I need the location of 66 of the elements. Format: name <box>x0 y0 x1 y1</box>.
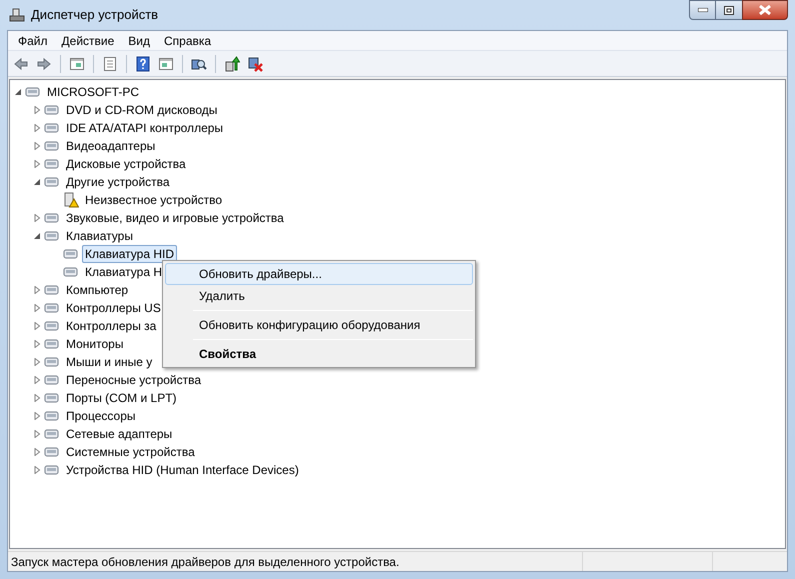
expand-arrow-icon[interactable] <box>33 466 41 474</box>
window-title: Диспетчер устройств <box>31 6 158 24</box>
menu-option[interactable]: Обновить конфигурацию оборудования <box>165 314 473 336</box>
expand-arrow-icon[interactable] <box>33 412 41 420</box>
tree-item[interactable]: Контроллеры US <box>63 299 164 317</box>
expand-arrow-icon[interactable] <box>33 394 41 402</box>
panel-icon <box>158 56 174 72</box>
expand-arrow-icon[interactable] <box>33 376 41 384</box>
tree-item[interactable]: MICROSOFT-PC <box>44 83 142 101</box>
tree-item[interactable]: Мыши и иные у <box>63 353 156 371</box>
tree-item[interactable]: Устройства HID (Human Interface Devices) <box>63 461 302 479</box>
tree-item[interactable]: Сетевые адаптеры <box>63 425 176 443</box>
tree-item[interactable]: Переносные устройства <box>63 371 204 389</box>
expand-arrow-icon[interactable] <box>33 358 41 366</box>
disable-icon <box>247 56 263 72</box>
tree-item[interactable]: Звуковые, видео и игровые устройства <box>63 209 287 227</box>
tree-item[interactable]: Клавиатура H <box>82 263 165 281</box>
expand-arrow-icon[interactable] <box>33 322 41 330</box>
expand-arrow-icon[interactable] <box>33 304 41 312</box>
status-text: Запуск мастера обновления драйверов для выделенного устройства. <box>10 554 400 570</box>
menu-option[interactable]: Удалить <box>165 285 473 307</box>
minimize-button[interactable] <box>689 0 716 20</box>
tree-item[interactable]: Системные устройства <box>63 443 198 461</box>
expand-arrow-icon[interactable] <box>33 160 41 168</box>
expand-arrow-icon[interactable] <box>33 448 41 456</box>
menu-item[interactable]: Справка <box>158 32 218 50</box>
update-icon <box>224 56 240 72</box>
list-icon <box>102 56 118 72</box>
expand-arrow-icon[interactable] <box>33 340 41 348</box>
close-button[interactable] <box>742 0 788 20</box>
menu-option[interactable]: Обновить драйверы... <box>165 263 473 285</box>
menu-item[interactable]: Файл <box>12 32 54 50</box>
computer-icon <box>9 7 25 23</box>
tree-item[interactable]: Процессоры <box>63 407 138 425</box>
expand-arrow-icon[interactable] <box>33 430 41 438</box>
tree-item[interactable]: Порты (COM и LPT) <box>63 389 180 407</box>
tree-item[interactable]: Клавиатуры <box>63 227 136 245</box>
tree-item[interactable]: IDE ATA/ATAPI контроллеры <box>63 119 226 137</box>
maximize-button[interactable] <box>716 0 742 20</box>
expand-arrow-icon[interactable] <box>33 106 41 114</box>
forward-arrow-icon <box>36 56 52 72</box>
tree-item[interactable]: Дисковые устройства <box>63 155 189 173</box>
expand-arrow-icon[interactable] <box>33 142 41 150</box>
close-icon <box>759 5 771 15</box>
tree-item[interactable]: Клавиатура HID <box>82 245 177 263</box>
collapse-arrow-icon[interactable] <box>33 178 41 186</box>
menu-item[interactable]: Действие <box>56 32 120 50</box>
expand-arrow-icon[interactable] <box>33 286 41 294</box>
tree-item[interactable]: Контроллеры за <box>63 317 160 335</box>
tree-item[interactable]: DVD и CD-ROM дисководы <box>63 101 220 119</box>
tree-item[interactable]: Видеоадаптеры <box>63 137 158 155</box>
help-icon <box>135 56 151 72</box>
expand-arrow-icon[interactable] <box>33 124 41 132</box>
back-arrow-icon <box>13 56 29 72</box>
collapse-arrow-icon[interactable] <box>14 88 22 96</box>
menu-option[interactable]: Свойства <box>165 343 473 365</box>
minimize-icon <box>698 8 708 12</box>
tree-item[interactable]: Неизвестное устройство <box>82 191 226 209</box>
tree-item[interactable]: Другие устройства <box>63 173 173 191</box>
tree-item[interactable]: Компьютер <box>63 281 132 299</box>
tree-item[interactable]: Мониторы <box>63 335 126 353</box>
expand-arrow-icon[interactable] <box>33 214 41 222</box>
menu-item[interactable]: Вид <box>122 32 156 50</box>
collapse-arrow-icon[interactable] <box>33 232 41 240</box>
panel-icon <box>69 56 85 72</box>
maximize-icon <box>724 6 734 14</box>
